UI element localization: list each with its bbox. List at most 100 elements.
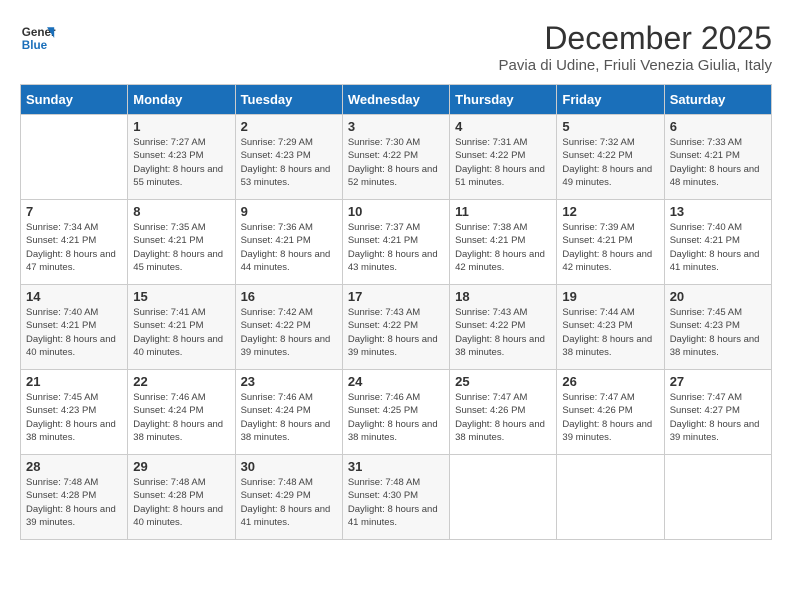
calendar-cell: 23 Sunrise: 7:46 AMSunset: 4:24 PMDayligh… <box>235 370 342 455</box>
cell-info: Sunrise: 7:48 AMSunset: 4:30 PMDaylight:… <box>348 476 444 529</box>
date-number: 11 <box>455 204 551 219</box>
date-number: 9 <box>241 204 337 219</box>
week-row-1: 1 Sunrise: 7:27 AMSunset: 4:23 PMDaylight… <box>21 115 772 200</box>
svg-text:Blue: Blue <box>22 39 48 52</box>
date-number: 15 <box>133 289 229 304</box>
cell-info: Sunrise: 7:40 AMSunset: 4:21 PMDaylight:… <box>670 221 766 274</box>
date-number: 28 <box>26 459 122 474</box>
calendar-cell: 9 Sunrise: 7:36 AMSunset: 4:21 PMDaylight… <box>235 200 342 285</box>
week-row-5: 28 Sunrise: 7:48 AMSunset: 4:28 PMDayligh… <box>21 455 772 540</box>
date-number: 1 <box>133 119 229 134</box>
date-number: 24 <box>348 374 444 389</box>
calendar-cell: 31 Sunrise: 7:48 AMSunset: 4:30 PMDayligh… <box>342 455 449 540</box>
date-number: 20 <box>670 289 766 304</box>
day-header-wednesday: Wednesday <box>342 85 449 115</box>
day-header-tuesday: Tuesday <box>235 85 342 115</box>
cell-info: Sunrise: 7:38 AMSunset: 4:21 PMDaylight:… <box>455 221 551 274</box>
title-area: December 2025 Pavia di Udine, Friuli Ven… <box>499 20 772 74</box>
cell-info: Sunrise: 7:37 AMSunset: 4:21 PMDaylight:… <box>348 221 444 274</box>
calendar-cell: 18 Sunrise: 7:43 AMSunset: 4:22 PMDayligh… <box>450 285 557 370</box>
day-header-sunday: Sunday <box>21 85 128 115</box>
logo-icon: General Blue <box>20 20 56 56</box>
cell-info: Sunrise: 7:36 AMSunset: 4:21 PMDaylight:… <box>241 221 337 274</box>
calendar-cell <box>664 455 771 540</box>
cell-info: Sunrise: 7:45 AMSunset: 4:23 PMDaylight:… <box>26 391 122 444</box>
cell-info: Sunrise: 7:42 AMSunset: 4:22 PMDaylight:… <box>241 306 337 359</box>
date-number: 22 <box>133 374 229 389</box>
calendar-cell: 10 Sunrise: 7:37 AMSunset: 4:21 PMDayligh… <box>342 200 449 285</box>
cell-info: Sunrise: 7:47 AMSunset: 4:26 PMDaylight:… <box>455 391 551 444</box>
cell-info: Sunrise: 7:39 AMSunset: 4:21 PMDaylight:… <box>562 221 658 274</box>
cell-info: Sunrise: 7:33 AMSunset: 4:21 PMDaylight:… <box>670 136 766 189</box>
calendar-cell: 7 Sunrise: 7:34 AMSunset: 4:21 PMDaylight… <box>21 200 128 285</box>
cell-info: Sunrise: 7:47 AMSunset: 4:26 PMDaylight:… <box>562 391 658 444</box>
calendar-cell: 25 Sunrise: 7:47 AMSunset: 4:26 PMDayligh… <box>450 370 557 455</box>
date-number: 6 <box>670 119 766 134</box>
header: General Blue December 2025 Pavia di Udin… <box>20 20 772 74</box>
cell-info: Sunrise: 7:47 AMSunset: 4:27 PMDaylight:… <box>670 391 766 444</box>
calendar-cell: 17 Sunrise: 7:43 AMSunset: 4:22 PMDayligh… <box>342 285 449 370</box>
cell-info: Sunrise: 7:32 AMSunset: 4:22 PMDaylight:… <box>562 136 658 189</box>
date-number: 23 <box>241 374 337 389</box>
calendar-cell: 4Sunrise: 7:31 AMSunset: 4:22 PMDaylight… <box>450 115 557 200</box>
calendar-cell: 13 Sunrise: 7:40 AMSunset: 4:21 PMDayligh… <box>664 200 771 285</box>
cell-info: Sunrise: 7:43 AMSunset: 4:22 PMDaylight:… <box>348 306 444 359</box>
calendar-cell: 19Sunrise: 7:44 AMSunset: 4:23 PMDayligh… <box>557 285 664 370</box>
calendar-cell: 28 Sunrise: 7:48 AMSunset: 4:28 PMDayligh… <box>21 455 128 540</box>
calendar-cell: 21 Sunrise: 7:45 AMSunset: 4:23 PMDayligh… <box>21 370 128 455</box>
calendar-table: SundayMondayTuesdayWednesdayThursdayFrid… <box>20 84 772 540</box>
calendar-cell: 5 Sunrise: 7:32 AMSunset: 4:22 PMDaylight… <box>557 115 664 200</box>
date-number: 8 <box>133 204 229 219</box>
week-row-3: 14Sunrise: 7:40 AMSunset: 4:21 PMDayligh… <box>21 285 772 370</box>
cell-info: Sunrise: 7:31 AMSunset: 4:22 PMDaylight:… <box>455 136 551 189</box>
date-number: 17 <box>348 289 444 304</box>
calendar-cell <box>450 455 557 540</box>
cell-info: Sunrise: 7:40 AMSunset: 4:21 PMDaylight:… <box>26 306 122 359</box>
calendar-cell: 30 Sunrise: 7:48 AMSunset: 4:29 PMDayligh… <box>235 455 342 540</box>
calendar-cell: 8 Sunrise: 7:35 AMSunset: 4:21 PMDaylight… <box>128 200 235 285</box>
calendar-cell: 29Sunrise: 7:48 AMSunset: 4:28 PMDayligh… <box>128 455 235 540</box>
cell-info: Sunrise: 7:41 AMSunset: 4:21 PMDaylight:… <box>133 306 229 359</box>
cell-info: Sunrise: 7:34 AMSunset: 4:21 PMDaylight:… <box>26 221 122 274</box>
calendar-cell: 24 Sunrise: 7:46 AMSunset: 4:25 PMDayligh… <box>342 370 449 455</box>
week-row-2: 7 Sunrise: 7:34 AMSunset: 4:21 PMDaylight… <box>21 200 772 285</box>
calendar-cell: 2Sunrise: 7:29 AMSunset: 4:23 PMDaylight… <box>235 115 342 200</box>
date-number: 19 <box>562 289 658 304</box>
calendar-cell: 16 Sunrise: 7:42 AMSunset: 4:22 PMDayligh… <box>235 285 342 370</box>
date-number: 12 <box>562 204 658 219</box>
week-row-4: 21 Sunrise: 7:45 AMSunset: 4:23 PMDayligh… <box>21 370 772 455</box>
day-header-monday: Monday <box>128 85 235 115</box>
date-number: 27 <box>670 374 766 389</box>
cell-info: Sunrise: 7:48 AMSunset: 4:28 PMDaylight:… <box>26 476 122 529</box>
cell-info: Sunrise: 7:27 AMSunset: 4:23 PMDaylight:… <box>133 136 229 189</box>
calendar-cell <box>21 115 128 200</box>
date-number: 16 <box>241 289 337 304</box>
date-number: 7 <box>26 204 122 219</box>
date-number: 18 <box>455 289 551 304</box>
day-header-friday: Friday <box>557 85 664 115</box>
day-header-thursday: Thursday <box>450 85 557 115</box>
calendar-cell: 11 Sunrise: 7:38 AMSunset: 4:21 PMDayligh… <box>450 200 557 285</box>
cell-info: Sunrise: 7:48 AMSunset: 4:28 PMDaylight:… <box>133 476 229 529</box>
date-number: 5 <box>562 119 658 134</box>
calendar-cell: 12 Sunrise: 7:39 AMSunset: 4:21 PMDayligh… <box>557 200 664 285</box>
date-number: 25 <box>455 374 551 389</box>
logo: General Blue <box>20 20 56 56</box>
date-number: 10 <box>348 204 444 219</box>
calendar-cell: 26Sunrise: 7:47 AMSunset: 4:26 PMDayligh… <box>557 370 664 455</box>
cell-info: Sunrise: 7:43 AMSunset: 4:22 PMDaylight:… <box>455 306 551 359</box>
date-number: 13 <box>670 204 766 219</box>
cell-info: Sunrise: 7:46 AMSunset: 4:24 PMDaylight:… <box>241 391 337 444</box>
cell-info: Sunrise: 7:46 AMSunset: 4:25 PMDaylight:… <box>348 391 444 444</box>
subtitle: Pavia di Udine, Friuli Venezia Giulia, I… <box>499 57 772 74</box>
day-header-saturday: Saturday <box>664 85 771 115</box>
calendar-cell <box>557 455 664 540</box>
cell-info: Sunrise: 7:48 AMSunset: 4:29 PMDaylight:… <box>241 476 337 529</box>
date-number: 31 <box>348 459 444 474</box>
calendar-cell: 1 Sunrise: 7:27 AMSunset: 4:23 PMDaylight… <box>128 115 235 200</box>
calendar-cell: 6 Sunrise: 7:33 AMSunset: 4:21 PMDaylight… <box>664 115 771 200</box>
date-number: 21 <box>26 374 122 389</box>
cell-info: Sunrise: 7:46 AMSunset: 4:24 PMDaylight:… <box>133 391 229 444</box>
date-number: 30 <box>241 459 337 474</box>
cell-info: Sunrise: 7:35 AMSunset: 4:21 PMDaylight:… <box>133 221 229 274</box>
